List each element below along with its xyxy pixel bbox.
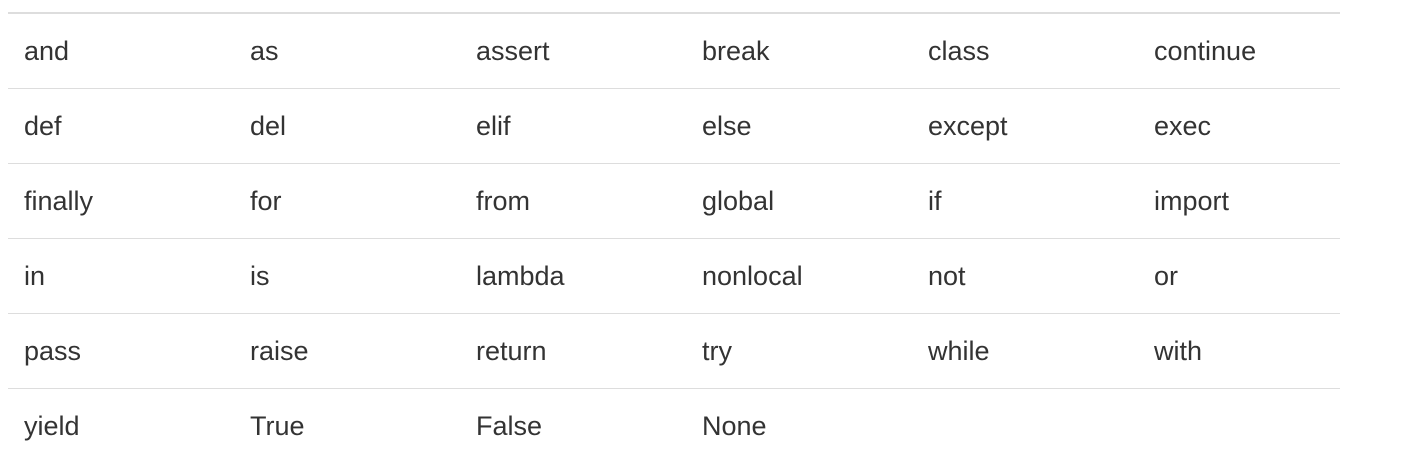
table-cell: return (460, 313, 686, 389)
table-row: yield True False None (8, 388, 1340, 463)
table-cell: elif (460, 88, 686, 164)
table-cell: del (234, 88, 460, 164)
table-cell: raise (234, 313, 460, 389)
table-cell: else (686, 88, 912, 164)
table-cell: def (8, 88, 234, 164)
table-cell: nonlocal (686, 238, 912, 314)
table-cell (912, 388, 1138, 463)
table-cell: pass (8, 313, 234, 389)
table-cell: break (686, 12, 912, 89)
table-cell: if (912, 163, 1138, 239)
table-cell: from (460, 163, 686, 239)
table-cell (1138, 388, 1340, 463)
table-cell: class (912, 12, 1138, 89)
table-cell: while (912, 313, 1138, 389)
table-cell: in (8, 238, 234, 314)
table-cell: with (1138, 313, 1340, 389)
table-row: pass raise return try while with (8, 313, 1340, 389)
table-row: and as assert break class continue (8, 12, 1340, 89)
table-cell: False (460, 388, 686, 463)
table-cell: lambda (460, 238, 686, 314)
table-cell: assert (460, 12, 686, 89)
table-row: finally for from global if import (8, 163, 1340, 239)
table-cell: is (234, 238, 460, 314)
table-cell: as (234, 12, 460, 89)
table-cell: exec (1138, 88, 1340, 164)
table-cell: continue (1138, 12, 1340, 89)
table-cell: yield (8, 388, 234, 463)
table-row: in is lambda nonlocal not or (8, 238, 1340, 314)
table-cell: for (234, 163, 460, 239)
keywords-table-body: and as assert break class continue def d… (8, 12, 1340, 463)
table-cell: except (912, 88, 1138, 164)
table-cell: True (234, 388, 460, 463)
table-cell: import (1138, 163, 1340, 239)
table-cell: finally (8, 163, 234, 239)
table-cell: None (686, 388, 912, 463)
table-cell: or (1138, 238, 1340, 314)
table-cell: and (8, 12, 234, 89)
table-cell: not (912, 238, 1138, 314)
table-cell: try (686, 313, 912, 389)
keywords-table: and as assert break class continue def d… (8, 12, 1340, 463)
table-cell: global (686, 163, 912, 239)
table-row: def del elif else except exec (8, 88, 1340, 164)
